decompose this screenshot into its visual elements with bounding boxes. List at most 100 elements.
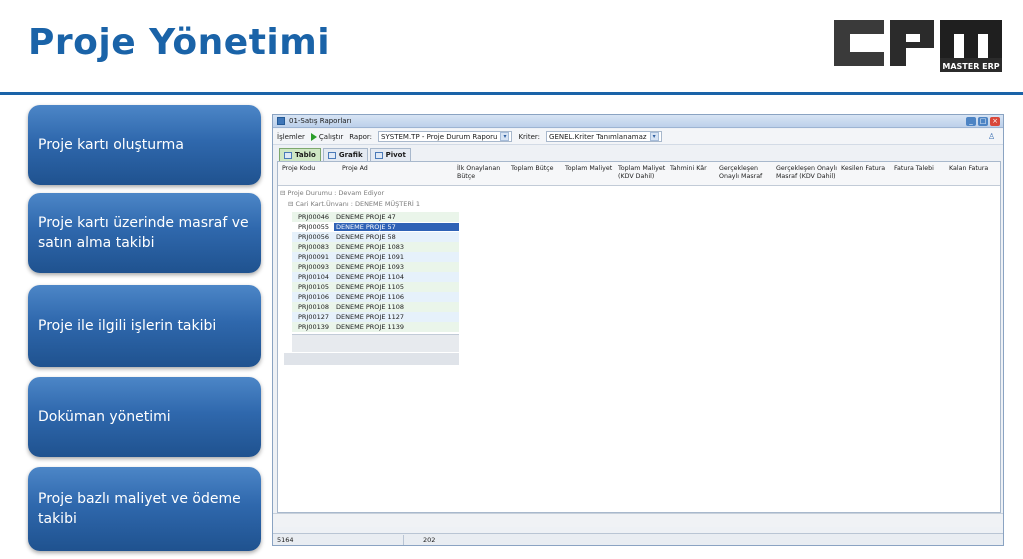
- feature-label: Proje bazlı maliyet ve ödeme takibi: [38, 491, 241, 527]
- project-code: PRJ00093: [298, 263, 330, 271]
- feature-label: Doküman yönetimi: [38, 409, 171, 425]
- table-row[interactable]: PRJ00104 DENEME PROJE 1104: [292, 272, 459, 282]
- cpm-logo: MASTER ERP: [826, 12, 1006, 78]
- status-record-count: 5164: [277, 536, 294, 544]
- project-code: PRJ00106: [298, 293, 330, 301]
- tab-label: Tablo: [295, 151, 316, 159]
- slide-title: Proje Yönetimi: [28, 22, 331, 63]
- project-name: DENEME PROJE 1127: [336, 313, 405, 321]
- project-name: DENEME PROJE 1091: [336, 253, 405, 261]
- table-row[interactable]: PRJ00105 DENEME PROJE 1105: [292, 282, 459, 292]
- run-label: Çalıştır: [318, 132, 344, 141]
- table-row[interactable]: PRJ00139 DENEME PROJE 1139: [292, 322, 459, 332]
- window-titlebar: 01-Satış Raporları _ □ ×: [273, 115, 1003, 128]
- project-name: DENEME PROJE 47: [336, 213, 396, 221]
- project-code: PRJ00083: [298, 243, 330, 251]
- feature-button-expense-tracking[interactable]: Proje kartı üzerinde masraf ve satın alm…: [28, 193, 261, 273]
- report-label: Rapor:: [349, 132, 373, 141]
- tab-pivot[interactable]: Pivot: [369, 148, 411, 161]
- report-select[interactable]: SYSTEM.TP - Proje Durum Raporu ▾: [378, 131, 513, 142]
- report-window: 01-Satış Raporları _ □ × İşlemler Çalışt…: [272, 114, 1004, 546]
- report-toolbar: İşlemler Çalıştır Rapor: SYSTEM.TP - Pro…: [273, 129, 1003, 145]
- project-name: DENEME PROJE 1083: [336, 243, 405, 251]
- table-row[interactable]: PRJ00106 DENEME PROJE 1106: [292, 292, 459, 302]
- report-grid: Proje Kodu Proje Ad İlk Onaylanan Bütçe …: [277, 161, 1001, 513]
- table-icon: [284, 151, 292, 159]
- title-divider: [0, 92, 1023, 95]
- grid-header: Proje Kodu Proje Ad İlk Onaylanan Bütçe …: [278, 162, 1000, 186]
- project-code: PRJ00055: [298, 223, 330, 231]
- view-tabs: Tablo Grafik Pivot: [279, 148, 411, 161]
- column-header[interactable]: Kesilen Fatura: [841, 165, 891, 173]
- project-code: PRJ00056: [298, 233, 330, 241]
- chevron-down-icon: ▾: [500, 132, 510, 141]
- project-code: PRJ00046: [298, 213, 330, 221]
- horizontal-scrollbar[interactable]: [273, 513, 1003, 527]
- feature-button-task-tracking[interactable]: Proje ile ilgili işlerin takibi: [28, 285, 261, 367]
- column-header[interactable]: Toplam Maliyet (KDV Dahil): [618, 165, 670, 181]
- project-code: PRJ00127: [298, 313, 330, 321]
- close-icon[interactable]: ×: [990, 117, 1000, 126]
- feature-button-document-management[interactable]: Doküman yönetimi: [28, 377, 261, 457]
- pivot-icon: [374, 151, 383, 159]
- tab-tablo[interactable]: Tablo: [279, 148, 321, 161]
- project-name: DENEME PROJE 1105: [336, 283, 405, 291]
- run-button[interactable]: Çalıştır: [310, 132, 344, 141]
- feature-label: Proje kartı oluşturma: [38, 137, 184, 153]
- column-header[interactable]: Kalan Fatura: [949, 165, 999, 173]
- menu-islemler[interactable]: İşlemler: [277, 133, 305, 141]
- play-icon: [310, 132, 317, 141]
- status-bar: 5164 202: [273, 533, 1003, 545]
- feature-label: Proje ile ilgili işlerin takibi: [38, 318, 217, 334]
- column-header[interactable]: Proje Ad: [342, 165, 442, 173]
- minimize-icon[interactable]: _: [966, 117, 976, 126]
- report-value: SYSTEM.TP - Proje Durum Raporu: [381, 132, 498, 141]
- project-name: DENEME PROJE 58: [336, 233, 396, 241]
- column-header[interactable]: Proje Kodu: [282, 165, 337, 173]
- table-row[interactable]: PRJ00108 DENEME PROJE 1108: [292, 302, 459, 312]
- status-divider: [403, 535, 404, 545]
- app-icon: [277, 117, 285, 125]
- user-icon[interactable]: ♙: [988, 132, 997, 141]
- feature-button-cost-payment[interactable]: Proje bazlı maliyet ve ödeme takibi: [28, 467, 261, 551]
- column-header[interactable]: Toplam Bütçe: [511, 165, 563, 173]
- chart-icon: [327, 151, 336, 159]
- svg-text:MASTER ERP: MASTER ERP: [942, 62, 999, 71]
- tab-label: Grafik: [338, 151, 363, 159]
- project-name: DENEME PROJE 1139: [336, 323, 405, 331]
- table-row[interactable]: PRJ00055 DENEME PROJE 57: [292, 222, 459, 232]
- project-code: PRJ00091: [298, 253, 330, 261]
- tab-label: Pivot: [385, 151, 406, 159]
- criteria-select[interactable]: GENEL.Kriter Tanımlanamaz ▾: [546, 131, 662, 142]
- chevron-down-icon: ▾: [649, 132, 659, 141]
- column-header[interactable]: Tahmini Kâr: [670, 165, 718, 173]
- project-code: PRJ00105: [298, 283, 330, 291]
- table-row[interactable]: PRJ00091 DENEME PROJE 1091: [292, 252, 459, 262]
- group-summary-row: [292, 334, 459, 352]
- group-row-status[interactable]: ⊟ Proje Durumu : Devam Ediyor: [280, 189, 384, 197]
- table-row[interactable]: PRJ00093 DENEME PROJE 1093: [292, 262, 459, 272]
- maximize-icon[interactable]: □: [978, 117, 988, 126]
- tab-grafik[interactable]: Grafik: [322, 148, 368, 161]
- criteria-label: Kriter:: [518, 132, 541, 141]
- table-row[interactable]: PRJ00083 DENEME PROJE 1083: [292, 242, 459, 252]
- table-row[interactable]: PRJ00046 DENEME PROJE 47: [292, 212, 459, 222]
- feature-label: Proje kartı üzerinde masraf ve satın alm…: [38, 215, 249, 251]
- criteria-value: GENEL.Kriter Tanımlanamaz: [549, 132, 647, 141]
- project-name: DENEME PROJE 1093: [336, 263, 405, 271]
- window-title: 01-Satış Raporları: [289, 117, 352, 125]
- column-header[interactable]: İlk Onaylanan Bütçe: [457, 165, 507, 181]
- project-code: PRJ00104: [298, 273, 330, 281]
- column-header[interactable]: Gerçekleşen Onaylı Masraf (KDV Dahil): [776, 165, 841, 181]
- table-row[interactable]: PRJ00127 DENEME PROJE 1127: [292, 312, 459, 322]
- project-name: DENEME PROJE 1104: [336, 273, 405, 281]
- column-header[interactable]: Fatura Talebi: [894, 165, 946, 173]
- column-header[interactable]: Gerçekleşen Onaylı Masraf: [719, 165, 774, 181]
- group-row-customer[interactable]: ⊟ Cari Kart.Ünvanı : DENEME MÜŞTERİ 1: [288, 200, 420, 208]
- project-code: PRJ00139: [298, 323, 330, 331]
- project-name: DENEME PROJE 1108: [336, 303, 405, 311]
- column-header[interactable]: Toplam Maliyet: [565, 165, 615, 173]
- feature-button-project-card[interactable]: Proje kartı oluşturma: [28, 105, 261, 185]
- table-row[interactable]: PRJ00056 DENEME PROJE 58: [292, 232, 459, 242]
- project-name: DENEME PROJE 1106: [336, 293, 405, 301]
